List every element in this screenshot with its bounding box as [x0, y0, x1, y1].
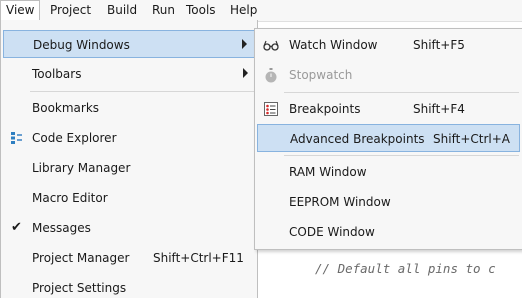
shortcut-label: Shift+F5 — [413, 38, 465, 52]
submenu-arrow-icon — [243, 68, 248, 78]
menu-separator — [284, 92, 519, 93]
menu-item-advanced-breakpoints[interactable]: Advanced Breakpoints Shift+Ctrl+A — [257, 124, 520, 152]
menu-project[interactable]: Project — [45, 0, 96, 21]
menu-item-bookmarks[interactable]: Bookmarks — [3, 94, 255, 122]
menu-view[interactable]: View — [0, 0, 41, 21]
submenu-arrow-icon — [242, 39, 247, 49]
menu-item-debug-windows[interactable]: Debug Windows — [3, 30, 255, 58]
menu-item-ram-window[interactable]: RAM Window — [257, 158, 520, 186]
menu-item-messages[interactable]: ✔ Messages — [3, 214, 255, 242]
menu-item-stopwatch[interactable]: Stopwatch — [257, 61, 520, 89]
menu-tools[interactable]: Tools — [181, 0, 221, 21]
shortcut-label: Shift+Ctrl+A — [433, 132, 510, 146]
menu-help[interactable]: Help — [225, 0, 262, 21]
menu-item-macro-editor[interactable]: Macro Editor — [3, 184, 255, 212]
glasses-icon — [263, 40, 279, 51]
menu-item-breakpoints[interactable]: Breakpoints Shift+F4 — [257, 95, 520, 123]
menu-bar: View Project Build Run Tools Help — [0, 0, 522, 22]
menu-item-code-window[interactable]: CODE Window — [257, 218, 520, 246]
menu-item-code-explorer[interactable]: Code Explorer — [3, 124, 255, 152]
menu-separator — [284, 155, 519, 156]
debug-windows-submenu: Watch Window Shift+F5 Stopwatch Breakpoi… — [254, 28, 522, 250]
code-editor[interactable]: // Default all pins to c — [258, 250, 522, 298]
tree-icon — [11, 132, 22, 144]
menu-item-toolbars[interactable]: Toolbars — [3, 60, 255, 88]
view-menu: Debug Windows Toolbars Bookmarks Code Ex… — [0, 20, 258, 298]
menu-item-library-manager[interactable]: Library Manager — [3, 154, 255, 182]
menu-item-eeprom-window[interactable]: EEPROM Window — [257, 188, 520, 216]
stopwatch-icon — [265, 68, 277, 83]
shortcut-label: Shift+F4 — [413, 102, 465, 116]
code-comment-line: // Default all pins to c — [315, 261, 496, 276]
checkmark-icon: ✔ — [11, 220, 22, 235]
breakpoints-list-icon — [264, 102, 278, 116]
menu-item-project-manager[interactable]: Project Manager Shift+Ctrl+F11 — [3, 244, 255, 272]
menu-build[interactable]: Build — [102, 0, 142, 21]
menu-run[interactable]: Run — [147, 0, 180, 21]
shortcut-label: Shift+Ctrl+F11 — [153, 251, 244, 265]
menu-item-watch-window[interactable]: Watch Window Shift+F5 — [257, 31, 520, 59]
menu-separator — [30, 91, 254, 92]
